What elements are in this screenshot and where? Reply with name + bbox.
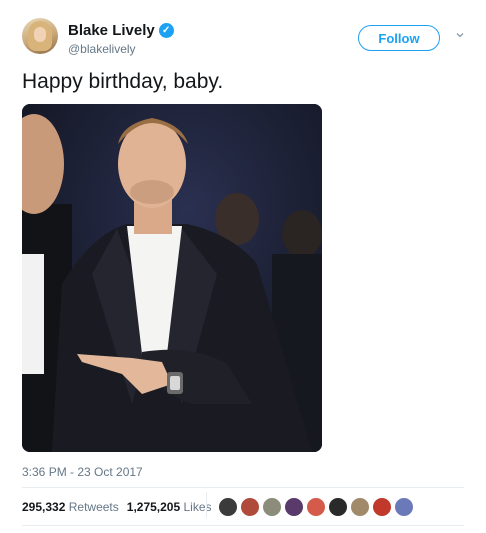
likes-stat[interactable]: 1,275,205 Likes (127, 500, 212, 514)
chevron-down-icon[interactable] (456, 31, 464, 39)
tweet-stats: 295,332 Retweets 1,275,205 Likes (22, 500, 220, 514)
liker-avatar[interactable] (240, 497, 260, 517)
tweet-header: Blake Lively ✓ @blakelively Follow (22, 18, 464, 62)
tweet-photo[interactable] (22, 104, 322, 452)
liker-avatar[interactable] (218, 497, 238, 517)
follow-button[interactable]: Follow (358, 25, 440, 51)
likers-avatars[interactable] (218, 497, 414, 517)
stats-separator (206, 492, 207, 518)
liker-avatar[interactable] (328, 497, 348, 517)
tweet-text: Happy birthday, baby. (22, 70, 224, 93)
liker-avatar[interactable] (262, 497, 282, 517)
liker-avatar[interactable] (372, 497, 392, 517)
liker-avatar[interactable] (394, 497, 414, 517)
retweets-stat[interactable]: 295,332 Retweets (22, 500, 119, 514)
avatar[interactable] (22, 18, 58, 54)
liker-avatar[interactable] (306, 497, 326, 517)
liker-avatar[interactable] (284, 497, 304, 517)
divider (22, 525, 464, 526)
tweet-timestamp[interactable]: 3:36 PM - 23 Oct 2017 (22, 465, 143, 479)
display-name[interactable]: Blake Lively ✓ (68, 22, 174, 39)
user-handle[interactable]: @blakelively (68, 42, 174, 56)
verified-badge-icon: ✓ (158, 23, 174, 38)
liker-avatar[interactable] (350, 497, 370, 517)
divider (22, 487, 464, 488)
user-info[interactable]: Blake Lively ✓ @blakelively (68, 22, 174, 56)
